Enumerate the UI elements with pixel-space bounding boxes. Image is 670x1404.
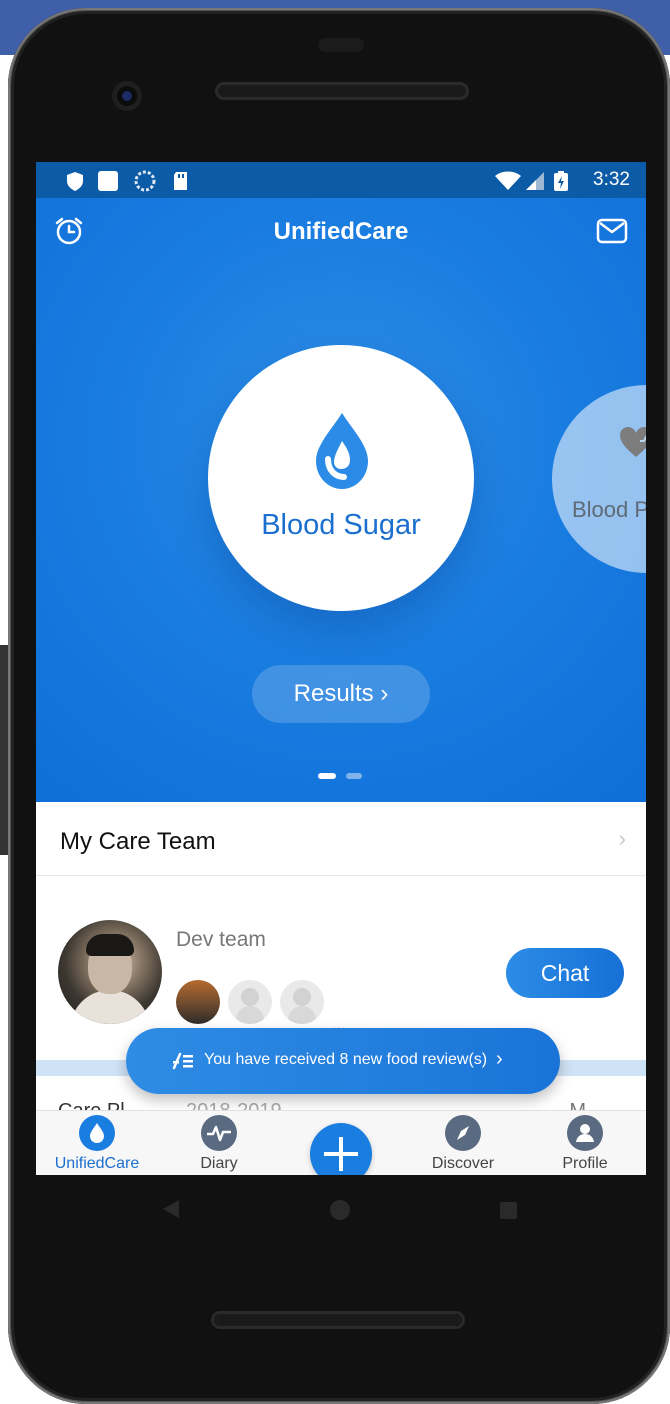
nav-home-icon[interactable]: [330, 1200, 350, 1220]
tab-label: Diary: [200, 1155, 238, 1172]
wifi-icon: [495, 171, 521, 190]
status-time: 3:32: [593, 169, 630, 190]
doctor-head: [241, 988, 259, 1006]
hero-carousel[interactable]: UnifiedCare Blood Sugar Blood P Results …: [36, 198, 646, 802]
sdcard-icon: [174, 172, 187, 190]
drop-icon: [316, 413, 368, 489]
tab-diary[interactable]: Diary: [158, 1115, 280, 1173]
doctor-body: [288, 1006, 316, 1024]
carousel-pagination: [318, 766, 372, 784]
results-button[interactable]: Results ›: [252, 665, 430, 723]
review-list-icon: [172, 1052, 193, 1070]
tab-profile[interactable]: Profile: [524, 1115, 646, 1173]
front-camera-icon: [112, 81, 142, 111]
team-name: Dev team: [176, 928, 266, 951]
member-avatar-placeholder: [280, 980, 324, 1024]
doctor-body: [236, 1006, 264, 1024]
tab-unifiedcare[interactable]: UnifiedCare: [36, 1115, 158, 1173]
nav-recents-icon[interactable]: [500, 1202, 517, 1219]
member-avatar-placeholder: [228, 980, 272, 1024]
tab-label: Discover: [431, 1155, 495, 1172]
tab-label: UnifiedCare: [54, 1155, 140, 1172]
sync-icon: [134, 170, 156, 192]
signal-icon: [526, 172, 544, 190]
avatar-body: [70, 990, 150, 1024]
avatar: [58, 920, 162, 1024]
bottom-speaker: [211, 1311, 465, 1329]
compass-icon: [445, 1115, 481, 1151]
chevron-right-icon: ›: [496, 1048, 503, 1070]
page-dot: [346, 773, 362, 779]
status-bar: 3:32: [36, 162, 646, 198]
app-title: UnifiedCare: [273, 218, 409, 245]
page-dot-active: [318, 773, 336, 779]
doctor-head: [293, 988, 311, 1006]
pulse-icon: [201, 1115, 237, 1151]
blood-pressure-card[interactable]: Blood P: [552, 385, 646, 573]
shield-icon: [67, 172, 83, 191]
earpiece-speaker: [215, 82, 469, 100]
blood-pressure-label: Blood P: [572, 497, 646, 522]
tab-discover[interactable]: Discover: [402, 1115, 524, 1173]
member-avatar: [176, 980, 220, 1024]
drop-icon: [79, 1115, 115, 1151]
chat-button[interactable]: Chat: [506, 948, 624, 998]
battery-charging-icon: [554, 171, 568, 191]
chevron-right-icon: ›: [618, 826, 626, 851]
person-icon: [567, 1115, 603, 1151]
blood-sugar-card[interactable]: Blood Sugar: [208, 345, 474, 611]
phone-frame: 3:32 UnifiedCare Blood Sugar Blood P Res…: [8, 8, 670, 1404]
care-team-title: My Care Team: [60, 828, 216, 855]
mail-icon[interactable]: [596, 218, 628, 244]
square-icon: [98, 171, 118, 191]
heart-icon: [620, 427, 646, 457]
food-review-toast[interactable]: You have received 8 new food review(s) ›: [126, 1028, 560, 1094]
care-team-header[interactable]: My Care Team ›: [36, 802, 646, 876]
avatar-hair: [86, 934, 134, 956]
app-screen: 3:32 UnifiedCare Blood Sugar Blood P Res…: [36, 162, 646, 1175]
nav-back-icon[interactable]: [163, 1200, 179, 1218]
tab-label: Profile: [562, 1155, 608, 1172]
proximity-sensor: [318, 38, 364, 52]
blood-sugar-label: Blood Sugar: [261, 509, 421, 541]
toast-text: You have received 8 new food review(s): [204, 1051, 488, 1068]
